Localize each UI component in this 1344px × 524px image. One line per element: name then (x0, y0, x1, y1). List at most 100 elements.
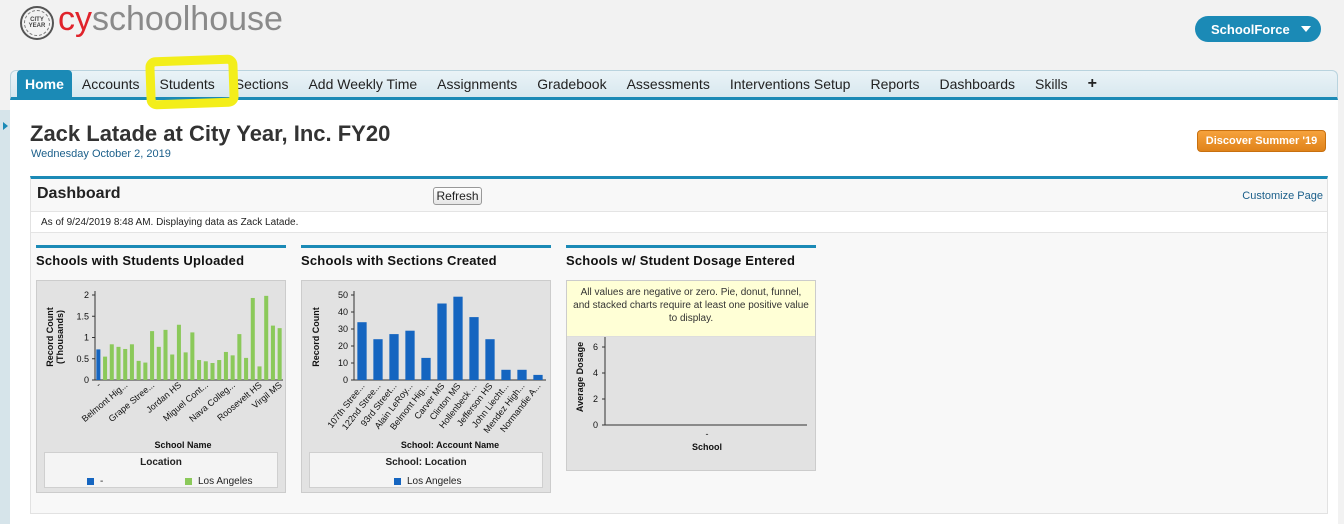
bar (109, 344, 114, 380)
tab-interventions-setup[interactable]: Interventions Setup (720, 70, 861, 97)
bar (223, 351, 228, 380)
tab-gradebook[interactable]: Gradebook (527, 70, 616, 97)
tab-assessments[interactable]: Assessments (617, 70, 720, 97)
bar (156, 346, 161, 380)
tab-bar: Home Accounts Students Sections Add Weekly T… (10, 70, 1338, 100)
y-axis-title: Record Count (311, 307, 321, 367)
bar (257, 366, 262, 380)
bar (250, 297, 255, 380)
x-tick-label: Belmont Hig... (80, 380, 130, 424)
bar (150, 331, 155, 380)
bar (237, 334, 242, 380)
bar (533, 374, 543, 380)
customize-page-link[interactable]: Customize Page (1242, 190, 1323, 202)
bar (277, 328, 282, 380)
y-tick-label: 4 (593, 368, 598, 378)
y-tick-label: 0 (593, 420, 598, 430)
bar (469, 317, 479, 380)
bar (501, 369, 511, 380)
bar (203, 361, 208, 380)
bar (129, 344, 134, 380)
bar (197, 360, 202, 380)
y-tick-label: 1.5 (76, 311, 89, 321)
component-students-uploaded: Schools with Students Uploaded 0 0.5 1 1.5 2… (36, 245, 286, 493)
legend-item: Los Angeles (394, 476, 462, 487)
app-header: CITY YEAR cyschoolhouse SchoolForce (0, 0, 1344, 68)
legend-item: - (87, 476, 103, 487)
y-tick-label: 30 (338, 324, 348, 334)
chart-legend: Location - Los Angeles (44, 452, 278, 488)
chart-dosage-entered[interactable]: 0 2 4 6 - School Average Dosage All values are… (566, 280, 816, 471)
tab-skills[interactable]: Skills (1025, 70, 1078, 97)
discover-summer-button[interactable]: Discover Summer '19 (1197, 130, 1326, 152)
bar (421, 357, 431, 380)
bar (163, 329, 168, 380)
chart-warning-message: All values are negative or zero. Pie, do… (567, 281, 815, 337)
bar (217, 360, 222, 380)
legend-label: - (100, 476, 104, 487)
chart-sections-created[interactable]: 0 10 20 30 40 50 107th Stree... 122nd Stree... 9… (301, 280, 551, 493)
y-tick-label: 0.5 (76, 354, 89, 364)
bar (437, 303, 447, 380)
legend-swatch (185, 478, 192, 485)
y-tick-label: 2 (593, 394, 598, 404)
dashboard-title: Dashboard (37, 185, 121, 202)
tab-home[interactable]: Home (17, 70, 72, 97)
bar (176, 324, 181, 380)
refresh-button[interactable]: Refresh (433, 187, 482, 205)
bar (96, 349, 101, 380)
tab-accounts[interactable]: Accounts (72, 70, 150, 97)
app-switcher-button[interactable]: SchoolForce (1195, 16, 1321, 42)
y-tick-label: 0 (84, 375, 89, 385)
bar (453, 296, 463, 380)
tab-reports[interactable]: Reports (860, 70, 929, 97)
city-year-seal-logo[interactable]: CITY YEAR (20, 6, 54, 40)
y-axis-title-line: Record Count (45, 307, 55, 367)
bar (517, 369, 527, 380)
legend-label: Los Angeles (198, 476, 253, 487)
x-axis-title: School: Account Name (401, 440, 499, 450)
bar (264, 295, 269, 380)
cyschoolhouse-logo[interactable]: cyschoolhouse (58, 0, 283, 39)
tab-students[interactable]: Students (150, 70, 225, 97)
bar (244, 357, 249, 380)
logo-cy: cy (58, 0, 92, 38)
bar (143, 362, 148, 380)
bar (103, 356, 108, 380)
legend-title: School: Location (385, 457, 467, 468)
tab-dashboards[interactable]: Dashboards (930, 70, 1026, 97)
y-tick-label: 10 (338, 358, 348, 368)
logo-schoolhouse: schoolhouse (92, 0, 283, 38)
component-title: Schools with Students Uploaded (36, 245, 286, 271)
y-tick-label: 50 (338, 290, 348, 300)
seal-text: CITY YEAR (24, 10, 50, 36)
component-sections-created: Schools with Sections Created 0 10 20 30 40 5… (301, 245, 551, 493)
app-switcher-label: SchoolForce (1211, 21, 1290, 37)
dashboard-info-text: As of 9/24/2019 8:48 AM. Displaying data… (31, 211, 1327, 233)
dashboard-header: Dashboard Refresh Customize Page (31, 179, 1327, 211)
tab-add[interactable]: + (1078, 70, 1107, 97)
bar (210, 363, 215, 380)
x-axis-title: School (692, 442, 722, 452)
chart-students-uploaded[interactable]: 0 0.5 1 1.5 2- Belmont Hig... Grape Stree... Jo… (36, 280, 286, 493)
y-axis-title: Average Dosage (575, 342, 585, 412)
legend-label: Los Angeles (407, 476, 462, 487)
sidebar-toggle-handle[interactable] (0, 110, 10, 524)
tab-assignments[interactable]: Assignments (427, 70, 527, 97)
chart-legend: School: Location Los Angeles (309, 452, 543, 488)
y-tick-label: 2 (84, 290, 89, 300)
legend-swatch (87, 478, 94, 485)
bar (485, 339, 495, 380)
tab-add-weekly-time[interactable]: Add Weekly Time (298, 70, 427, 97)
component-title: Schools w/ Student Dosage Entered (566, 245, 816, 271)
y-axis-title: Record Count(Thousands) (45, 307, 65, 367)
tab-sections[interactable]: Sections (225, 70, 299, 97)
legend-item: Los Angeles (185, 476, 253, 487)
page-title: Zack Latade at City Year, Inc. FY20 (30, 121, 391, 146)
legend-title: Location (140, 457, 182, 468)
y-tick-label: 20 (338, 341, 348, 351)
bar (389, 334, 399, 380)
bar (405, 330, 415, 380)
bar (357, 322, 367, 380)
x-tick-label: - (94, 380, 103, 390)
